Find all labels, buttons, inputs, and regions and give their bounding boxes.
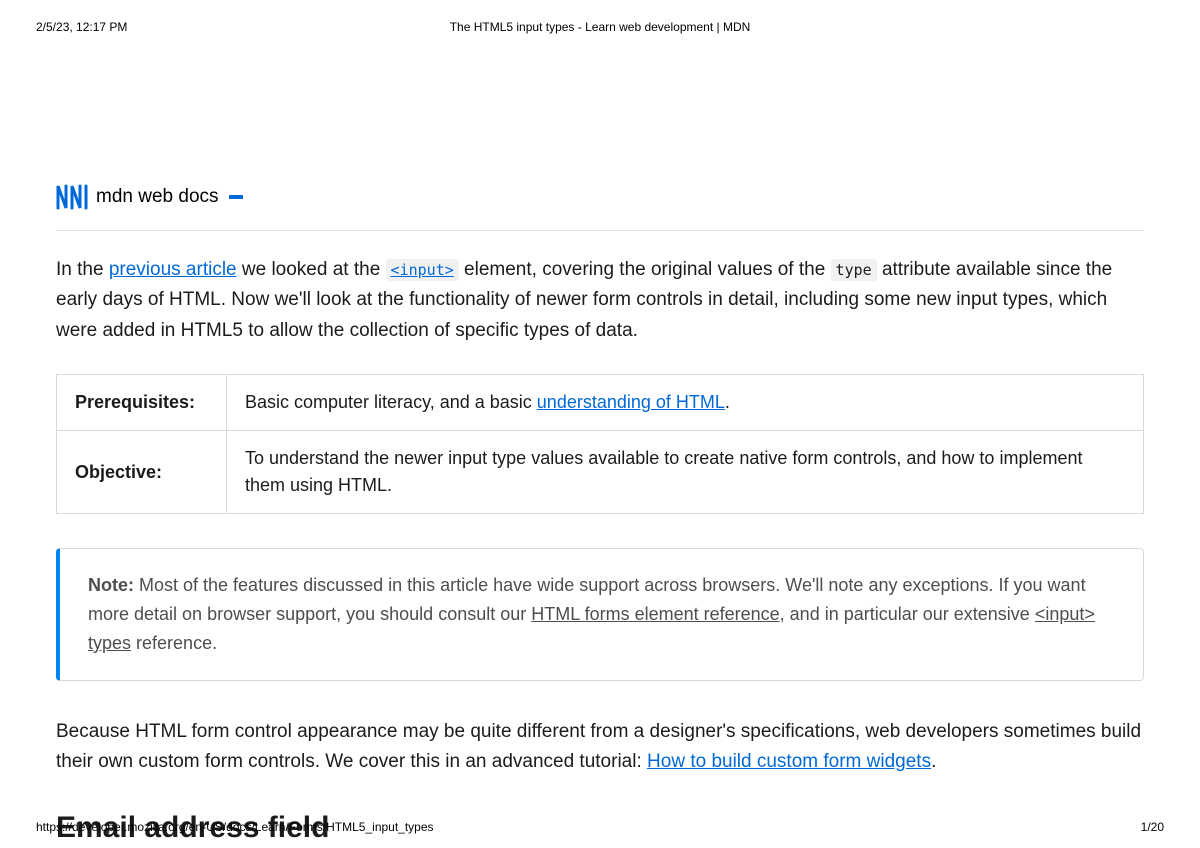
print-url: https://developer.mozilla.org/en-US/docs… [36,820,434,834]
custom-controls-paragraph: Because HTML form control appearance may… [56,717,1144,778]
print-page-number: 1/20 [1141,820,1164,834]
mdn-logo-text: mdn web docs [96,186,219,208]
cell-text: Basic computer literacy, and a basic [245,392,537,412]
intro-text: element, covering the original values of… [459,259,831,280]
table-row: Objective: To understand the newer input… [57,431,1144,514]
forms-reference-link[interactable]: HTML forms element reference [531,604,779,624]
input-element-link[interactable]: <input> [386,259,459,281]
print-header: 2/5/23, 12:17 PM The HTML5 input types -… [0,0,1200,34]
page-content: mdn web docs In the previous article we … [0,34,1200,845]
intro-text: In the [56,259,109,280]
objective-value: To understand the newer input type value… [227,431,1144,514]
print-footer: https://developer.mozilla.org/en-US/docs… [36,820,1164,834]
understanding-html-link[interactable]: understanding of HTML [537,392,725,412]
mdn-logo: mdn web docs [56,184,1144,231]
para-text: . [931,751,936,772]
note-callout: Note: Most of the features discussed in … [56,548,1144,680]
previous-article-link[interactable]: previous article [109,259,237,280]
table-row: Prerequisites: Basic computer literacy, … [57,375,1144,431]
meta-table: Prerequisites: Basic computer literacy, … [56,374,1144,514]
intro-text: we looked at the [237,259,386,280]
mdn-logo-underscore [229,195,243,199]
para-text: Because HTML form control appearance may… [56,721,1141,772]
cell-text: . [725,392,730,412]
intro-paragraph: In the previous article we looked at the… [56,255,1144,346]
type-code: type [831,259,877,281]
note-text: , and in particular our extensive [780,604,1035,624]
note-text: reference. [131,633,217,653]
note-label: Note: [88,575,134,595]
prerequisites-value: Basic computer literacy, and a basic und… [227,375,1144,431]
objective-label: Objective: [57,431,227,514]
custom-widgets-link[interactable]: How to build custom form widgets [647,751,931,772]
mdn-logo-icon [56,184,88,210]
print-title: The HTML5 input types - Learn web develo… [0,20,1200,34]
prerequisites-label: Prerequisites: [57,375,227,431]
